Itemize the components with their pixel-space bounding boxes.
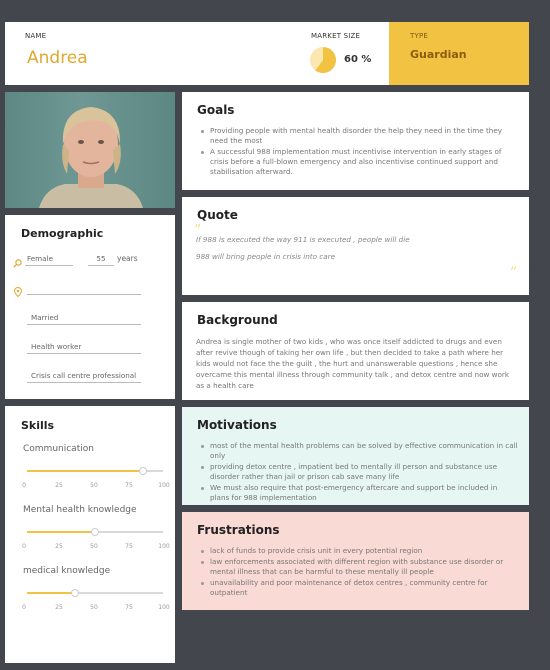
list-item: A successful 988 implementation must inc… bbox=[200, 147, 518, 177]
scale-tick-label: 25 bbox=[55, 543, 63, 550]
market-size-value: 60 % bbox=[344, 54, 372, 65]
list-item: Providing people with mental health diso… bbox=[200, 126, 518, 146]
role-value: Crisis call centre professional bbox=[31, 371, 137, 380]
scale-tick-label: 50 bbox=[90, 604, 98, 611]
scale-tick-label: 0 bbox=[22, 604, 26, 611]
frustrations-title: Frustrations bbox=[197, 523, 280, 537]
scale-tick-label: 100 bbox=[158, 482, 170, 489]
slider-scale: 0 25 50 75 100 bbox=[21, 604, 171, 612]
list-item: lack of funds to provide crisis unit in … bbox=[200, 546, 518, 556]
skills-card: Skills Communication 0 25 50 75 100 Mental hea… bbox=[5, 406, 175, 663]
scale-tick-label: 25 bbox=[55, 604, 63, 611]
close-quote-icon: ” bbox=[510, 265, 518, 281]
slider-scale: 0 25 50 75 100 bbox=[21, 543, 171, 551]
motivations-card: Motivations most of the mental health pr… bbox=[182, 407, 529, 505]
motivations-list: most of the mental health problems can b… bbox=[200, 441, 518, 504]
gender-value: Female bbox=[27, 254, 53, 263]
occupation-field[interactable]: Health worker bbox=[27, 340, 141, 354]
header-card: NAME Andrea MARKET SIZE 60 % bbox=[5, 22, 389, 85]
list-item: law enforcements associated with differe… bbox=[200, 557, 518, 577]
goals-card: Goals Providing people with mental healt… bbox=[182, 92, 529, 190]
persona-photo bbox=[5, 92, 175, 208]
market-size-pie bbox=[310, 47, 336, 73]
frustrations-card: Frustrations lack of funds to provide cr… bbox=[182, 512, 529, 610]
scale-tick-label: 75 bbox=[125, 543, 133, 550]
scale-tick-label: 100 bbox=[158, 604, 170, 611]
marital-status-value: Married bbox=[31, 313, 59, 322]
gender-field[interactable]: Female bbox=[25, 252, 73, 266]
background-text: Andrea is single mother of two kids , wh… bbox=[196, 337, 510, 390]
skill-slider[interactable] bbox=[27, 467, 163, 475]
slider-handle[interactable] bbox=[70, 589, 79, 597]
marital-status-field[interactable]: Married bbox=[27, 311, 141, 325]
type-card: TYPE Guardian bbox=[389, 22, 529, 85]
scale-tick-label: 0 bbox=[22, 543, 26, 550]
age-unit: years bbox=[117, 254, 138, 263]
goals-title: Goals bbox=[197, 103, 235, 117]
background-card: Background Andrea is single mother of tw… bbox=[182, 302, 529, 400]
background-title: Background bbox=[197, 313, 278, 327]
motivations-title: Motivations bbox=[197, 418, 277, 432]
quote-card: Quote “ If 988 is executed the way 911 i… bbox=[182, 197, 529, 295]
location-pin-icon bbox=[13, 282, 23, 298]
demographic-title: Demographic bbox=[21, 227, 104, 240]
scale-tick-label: 50 bbox=[90, 543, 98, 550]
age-field[interactable]: 55 bbox=[88, 252, 114, 266]
slider-fill bbox=[27, 470, 143, 472]
scale-tick-label: 100 bbox=[158, 543, 170, 550]
type-label: TYPE bbox=[410, 32, 428, 40]
goals-list: Providing people with mental health diso… bbox=[200, 126, 518, 178]
demographic-card: Demographic Female 55 years Married Heal… bbox=[5, 215, 175, 399]
list-item: unavailability and poor maintenance of d… bbox=[200, 578, 518, 598]
skill-label: medical knowledge bbox=[23, 566, 111, 576]
slider-fill bbox=[27, 531, 95, 533]
slider-fill bbox=[27, 592, 75, 594]
scale-tick-label: 25 bbox=[55, 482, 63, 489]
skill-label: Mental health knowledge bbox=[23, 505, 137, 515]
skills-title: Skills bbox=[21, 419, 55, 432]
list-item: providing detox centre , impatient bed t… bbox=[200, 462, 518, 482]
scale-tick-label: 75 bbox=[125, 604, 133, 611]
market-size-label: MARKET SIZE bbox=[311, 32, 361, 40]
type-value: Guardian bbox=[410, 48, 467, 61]
slider-handle[interactable] bbox=[138, 467, 147, 475]
quote-title: Quote bbox=[197, 208, 238, 222]
slider-scale: 0 25 50 75 100 bbox=[21, 482, 171, 490]
scale-tick-label: 50 bbox=[90, 482, 98, 489]
list-item: most of the mental health problems can b… bbox=[200, 441, 518, 461]
scale-tick-label: 75 bbox=[125, 482, 133, 489]
list-item: We must also require that post-emergency… bbox=[200, 483, 518, 503]
occupation-value: Health worker bbox=[31, 342, 82, 351]
search-icon bbox=[13, 253, 22, 268]
skill-label: Communication bbox=[23, 444, 94, 454]
skill-slider[interactable] bbox=[27, 528, 163, 536]
slider-handle[interactable] bbox=[91, 528, 99, 536]
skill-slider[interactable] bbox=[27, 589, 163, 597]
age-value: 55 bbox=[96, 254, 106, 263]
name-label: NAME bbox=[25, 32, 47, 40]
frustrations-list: lack of funds to provide crisis unit in … bbox=[200, 546, 518, 599]
quote-line-2: 988 will bring people in crisis into car… bbox=[196, 252, 336, 261]
persona-name: Andrea bbox=[27, 48, 88, 68]
role-field[interactable]: Crisis call centre professional bbox=[27, 369, 141, 383]
quote-line-1: If 988 is executed the way 911 is execut… bbox=[196, 235, 410, 244]
scale-tick-label: 0 bbox=[22, 482, 26, 489]
location-field[interactable] bbox=[27, 281, 141, 295]
